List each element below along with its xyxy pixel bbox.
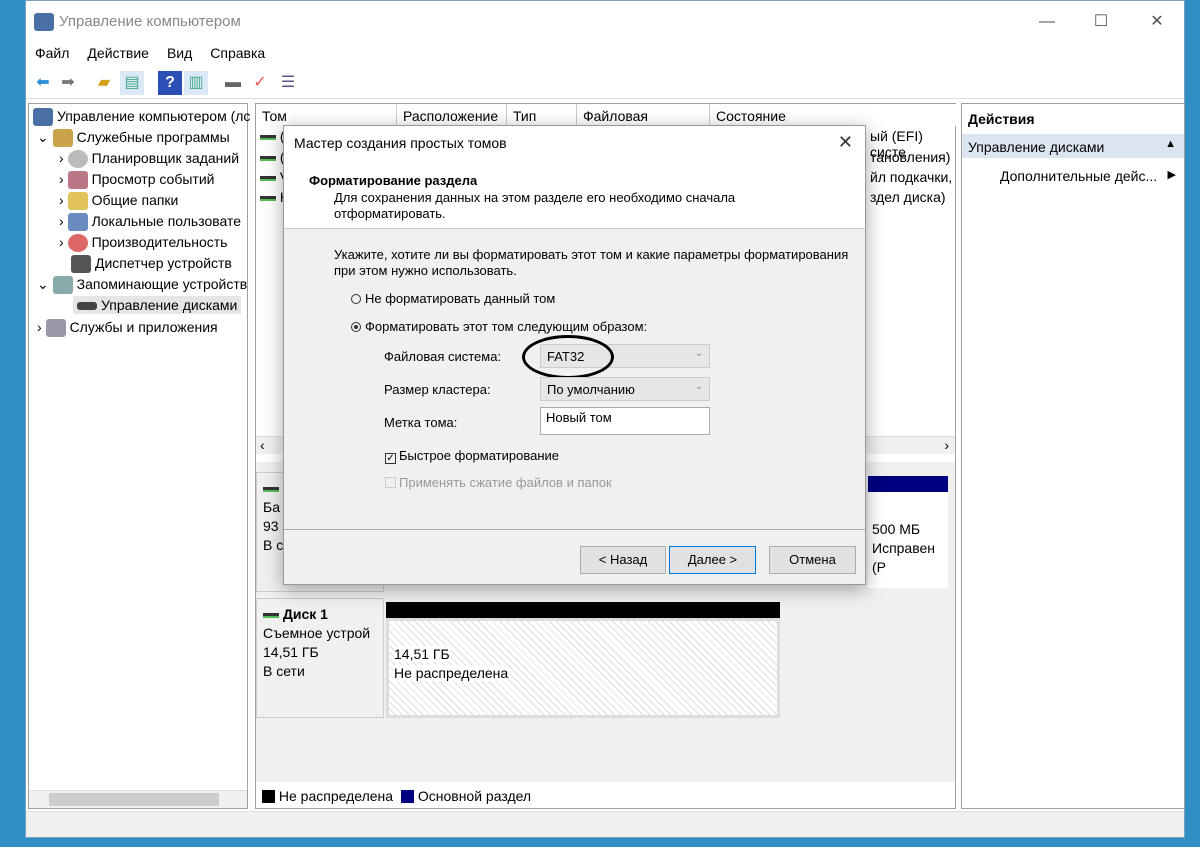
check-icon[interactable]: ✓ bbox=[248, 71, 272, 95]
volume-label-input[interactable] bbox=[540, 407, 710, 435]
forward-icon[interactable]: ➡ bbox=[56, 71, 80, 95]
chevron-down-icon: ⌄ bbox=[694, 381, 703, 392]
up-folder-icon[interactable]: ▰ bbox=[92, 71, 116, 95]
users-icon bbox=[67, 213, 88, 232]
back-button[interactable]: < Назад bbox=[580, 546, 666, 574]
device-manager-icon bbox=[71, 255, 91, 274]
tools-icon bbox=[52, 129, 73, 148]
legend-swatch-unallocated bbox=[262, 790, 275, 803]
help-icon[interactable]: ? bbox=[158, 71, 182, 95]
tree-horizontal-scrollbar[interactable] bbox=[29, 790, 247, 808]
legend-swatch-primary bbox=[400, 790, 414, 803]
new-simple-volume-wizard: Мастер создания простых томов ✕ Форматир… bbox=[283, 125, 866, 585]
cluster-size-label: Размер кластера: bbox=[384, 382, 491, 397]
services-icon bbox=[45, 319, 66, 338]
disk-0-partition[interactable]: 500 МБ Исправен (Р bbox=[868, 492, 948, 588]
menu-help[interactable]: Справка bbox=[201, 43, 274, 65]
tree-item-shared-folders[interactable]: › Общие папки bbox=[59, 192, 178, 211]
collapse-icon: ▲ bbox=[1165, 138, 1176, 150]
volume-status: здел диска) bbox=[870, 189, 946, 205]
title-bar: Управление компьютером — ☐ ✕ bbox=[26, 1, 1184, 43]
minimize-button[interactable]: — bbox=[1024, 9, 1070, 35]
legend: Не распределена Основной раздел bbox=[262, 788, 531, 804]
status-bar bbox=[26, 811, 1184, 837]
highlight-ellipse bbox=[522, 335, 614, 379]
dialog-title: Мастер создания простых томов bbox=[294, 135, 507, 151]
column-volume[interactable]: Том bbox=[256, 104, 397, 126]
tree-item-device-manager[interactable]: Диспетчер устройств bbox=[71, 255, 232, 274]
dialog-prompt: Укажите, хотите ли вы форматировать этот… bbox=[334, 247, 849, 278]
tree-item-event-viewer[interactable]: › Просмотр событий bbox=[59, 171, 214, 190]
actions-pane: Действия Управление дисками ▲ Дополнитель… bbox=[961, 103, 1185, 809]
computer-management-icon bbox=[34, 13, 54, 31]
menu-view[interactable]: Вид bbox=[158, 43, 201, 65]
clock-icon bbox=[67, 150, 88, 169]
chevron-down-icon: ⌄ bbox=[694, 348, 703, 359]
window-title: Управление компьютером bbox=[59, 13, 241, 30]
compression-checkbox[interactable]: Применять сжатие файлов и папок bbox=[385, 475, 612, 490]
dialog-separator bbox=[284, 529, 865, 530]
primary-partition-bar bbox=[868, 476, 948, 492]
radio-no-format[interactable]: Не форматировать данный том bbox=[351, 291, 555, 306]
actions-section-disk-management[interactable]: Управление дисками ▲ bbox=[962, 134, 1184, 158]
submenu-arrow-icon: ▶ bbox=[1167, 169, 1176, 181]
event-viewer-icon bbox=[67, 171, 88, 190]
show-hide-action-icon[interactable]: ▥ bbox=[184, 71, 208, 95]
tree-item-storage[interactable]: ⌄ Запоминающие устройств bbox=[37, 276, 247, 295]
menu-action[interactable]: Действие bbox=[78, 43, 158, 65]
tree-root[interactable]: Управление компьютером (лс bbox=[33, 108, 250, 127]
dialog-header: Форматирование раздела Для сохранения да… bbox=[284, 161, 865, 229]
connect-icon[interactable]: ▬ bbox=[221, 71, 245, 95]
close-button[interactable]: ✕ bbox=[1134, 9, 1180, 35]
tree-item-system-tools[interactable]: ⌄ Служебные программы bbox=[37, 129, 230, 148]
volume-label-label: Метка тома: bbox=[384, 415, 458, 430]
next-button[interactable]: Далее > bbox=[669, 546, 756, 574]
disk-1-info[interactable]: Диск 1 Съемное устрой 14,51 ГБ В сети bbox=[256, 598, 384, 718]
actions-title: Действия bbox=[968, 111, 1035, 127]
volume-row[interactable]: ( bbox=[260, 149, 285, 165]
cluster-size-select[interactable]: По умолчанию ⌄ bbox=[540, 377, 710, 401]
column-filesystem[interactable]: Файловая система bbox=[577, 104, 710, 140]
properties-icon[interactable]: ☰ bbox=[276, 71, 300, 95]
quick-format-checkbox[interactable]: ✓ Быстрое форматирование bbox=[385, 448, 559, 464]
column-status[interactable]: Состояние bbox=[710, 104, 956, 126]
tree-item-task-scheduler[interactable]: › Планировщик заданий bbox=[59, 150, 239, 169]
menu-bar: Файл Действие Вид Справка bbox=[26, 43, 1184, 65]
show-hide-tree-icon[interactable]: ▤ bbox=[120, 71, 144, 95]
storage-icon bbox=[52, 276, 73, 295]
dialog-heading: Форматирование раздела bbox=[309, 173, 478, 188]
shared-folder-icon bbox=[67, 192, 88, 211]
dialog-subheading: Для сохранения данных на этом разделе ег… bbox=[334, 190, 736, 221]
navigation-tree: Управление компьютером (лс ⌄ Служебные п… bbox=[28, 103, 250, 809]
dialog-title-bar: Мастер создания простых томов ✕ bbox=[284, 126, 865, 161]
column-location[interactable]: Расположение bbox=[397, 104, 507, 126]
column-type[interactable]: Тип bbox=[507, 104, 577, 126]
unallocated-partition[interactable]: 14,51 ГБ Не распределена bbox=[386, 618, 780, 718]
radio-format[interactable]: Форматировать этот том следующим образом… bbox=[351, 319, 647, 334]
volume-status: тановления) bbox=[870, 149, 951, 165]
unallocated-bar bbox=[386, 602, 780, 618]
tree-item-disk-management[interactable]: Управление дисками bbox=[73, 296, 242, 314]
menu-file[interactable]: Файл bbox=[26, 43, 78, 65]
tree-item-services[interactable]: › Службы и приложения bbox=[37, 319, 218, 338]
tree-item-local-users[interactable]: › Локальные пользовате bbox=[59, 213, 241, 232]
filesystem-label: Файловая система: bbox=[384, 349, 502, 364]
toolbar: ⬅ ➡ ▰ ▤ ? ▥ ▬ ✓ ☰ bbox=[26, 67, 1184, 99]
cancel-button[interactable]: Отмена bbox=[769, 546, 856, 574]
dialog-close-icon[interactable]: ✕ bbox=[838, 132, 853, 153]
scrollbar-thumb[interactable] bbox=[49, 793, 219, 806]
tree-item-performance[interactable]: › Производительность bbox=[59, 234, 227, 253]
back-icon[interactable]: ⬅ bbox=[31, 71, 55, 95]
more-actions[interactable]: Дополнительные дейс... ▶ bbox=[1000, 168, 1184, 184]
computer-icon bbox=[33, 108, 53, 127]
volume-status: йл подкачки, bbox=[870, 169, 953, 185]
maximize-button[interactable]: ☐ bbox=[1078, 9, 1124, 35]
volume-row[interactable]: ( bbox=[260, 128, 285, 144]
performance-icon bbox=[67, 234, 88, 253]
disk-icon bbox=[77, 302, 97, 311]
